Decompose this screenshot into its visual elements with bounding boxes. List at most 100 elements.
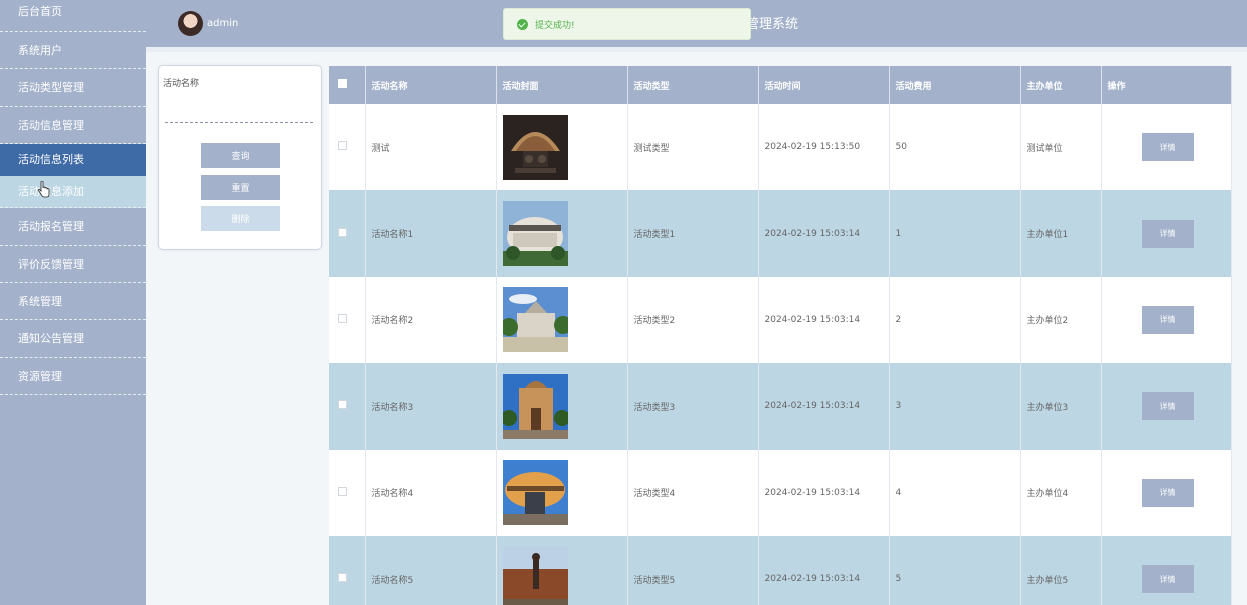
activity-type: 活动类型1 <box>627 190 759 277</box>
cover-cell <box>496 104 628 191</box>
sidebar-item-dashboard[interactable]: 后台首页 <box>0 0 146 32</box>
activity-cover-image <box>502 287 568 353</box>
activity-type: 活动类型5 <box>627 535 759 605</box>
hand-cursor-icon <box>38 181 50 198</box>
toast-message: 提交成功! <box>535 21 575 31</box>
sidebar-item-activity-add[interactable]: 活动信息添加 <box>0 176 146 209</box>
cover-cell <box>496 363 628 450</box>
activity-name-label: 活动名称 <box>163 79 200 89</box>
table-header-row: 活动名称 活动封面 活动类型 活动时间 活动费用 主办单位 操作 <box>329 66 1232 104</box>
activity-cover-image <box>502 373 568 439</box>
sidebar-item-activity-types[interactable]: 活动类型管理 <box>0 69 146 107</box>
detail-button[interactable]: 详情 <box>1141 133 1194 162</box>
activity-cover-image <box>502 114 568 180</box>
sidebar-item-activity-list[interactable]: 活动信息列表 <box>0 144 146 177</box>
activity-name: 活动名称1 <box>365 190 497 277</box>
activity-name: 测试 <box>365 104 497 191</box>
success-check-icon <box>517 19 528 30</box>
reset-button[interactable]: 重置 <box>201 175 280 200</box>
actions-cell: 详情 <box>1101 104 1232 191</box>
cover-cell <box>496 190 628 277</box>
actions-cell: 详情 <box>1101 276 1232 364</box>
activity-fee: 2 <box>889 276 1021 364</box>
sidebar-item-activity-info[interactable]: 活动信息管理 <box>0 107 146 145</box>
sidebar: 后台首页 系统用户 活动类型管理 活动信息管理 活动信息列表 活动信息添加 活动… <box>0 0 146 605</box>
sidebar-item-notices[interactable]: 通知公告管理 <box>0 320 146 358</box>
cover-cell <box>496 449 628 536</box>
table-row: 活动名称1 活动类型1 2024-02-19 15:03:14 1 主办单位1 … <box>329 190 1232 277</box>
activity-cover-image <box>502 546 568 605</box>
detail-button[interactable]: 详情 <box>1141 392 1194 421</box>
search-panel: 活动名称 查询 重置 删除 <box>158 65 322 250</box>
query-button[interactable]: 查询 <box>201 143 280 168</box>
table-row: 活动名称5 活动类型5 2024-02-19 15:03:14 5 主办单位5 … <box>329 535 1232 605</box>
sidebar-item-system[interactable]: 系统管理 <box>0 283 146 321</box>
row-checkbox[interactable] <box>338 313 347 323</box>
row-select-cell <box>329 449 366 536</box>
cover-cell <box>496 276 628 364</box>
activity-cover-image <box>502 201 568 267</box>
column-header-type: 活动类型 <box>627 66 759 104</box>
activity-cover-image <box>502 460 568 526</box>
username: admin <box>207 18 239 29</box>
detail-button[interactable]: 详情 <box>1141 478 1194 507</box>
column-header-cover: 活动封面 <box>496 66 628 104</box>
row-select-cell <box>329 104 366 191</box>
table-row: 测试 测试类型 2024-02-19 15:13:50 50 测试单位 详情 <box>329 104 1232 191</box>
activity-name: 活动名称4 <box>365 449 497 536</box>
column-header-time: 活动时间 <box>758 66 890 104</box>
actions-cell: 详情 <box>1101 363 1232 450</box>
sidebar-item-feedback[interactable]: 评价反馈管理 <box>0 246 146 283</box>
activity-organizer: 主办单位1 <box>1020 190 1102 277</box>
table-row: 活动名称2 活动类型2 2024-02-19 15:03:14 2 主办单位2 … <box>329 276 1232 364</box>
activity-type: 活动类型4 <box>627 449 759 536</box>
activity-name: 活动名称2 <box>365 276 497 364</box>
activity-type: 活动类型3 <box>627 363 759 450</box>
activity-name: 活动名称5 <box>365 535 497 605</box>
activity-fee: 5 <box>889 535 1021 605</box>
activity-time: 2024-02-19 15:03:14 <box>758 276 890 364</box>
delete-button[interactable]: 删除 <box>201 206 280 231</box>
column-header-actions: 操作 <box>1101 66 1232 104</box>
sidebar-item-system-users[interactable]: 系统用户 <box>0 32 146 70</box>
activity-organizer: 主办单位2 <box>1020 276 1102 364</box>
cover-cell <box>496 535 628 605</box>
activity-time: 2024-02-19 15:03:14 <box>758 190 890 277</box>
activity-organizer: 主办单位3 <box>1020 363 1102 450</box>
row-select-cell <box>329 363 366 450</box>
row-select-cell <box>329 535 366 605</box>
row-checkbox[interactable] <box>338 227 347 237</box>
row-select-cell <box>329 190 366 277</box>
detail-button[interactable]: 详情 <box>1141 219 1194 248</box>
activity-organizer: 测试单位 <box>1020 104 1102 191</box>
sidebar-item-registrations[interactable]: 活动报名管理 <box>0 208 146 246</box>
actions-cell: 详情 <box>1101 535 1232 605</box>
actions-cell: 详情 <box>1101 190 1232 277</box>
activity-time: 2024-02-19 15:13:50 <box>758 104 890 191</box>
activity-organizer: 主办单位5 <box>1020 535 1102 605</box>
activity-fee: 4 <box>889 449 1021 536</box>
detail-button[interactable]: 详情 <box>1141 565 1194 594</box>
column-header-name: 活动名称 <box>365 66 497 104</box>
activity-fee: 50 <box>889 104 1021 191</box>
table-row: 活动名称4 活动类型4 2024-02-19 15:03:14 4 主办单位4 … <box>329 449 1232 536</box>
actions-cell: 详情 <box>1101 449 1232 536</box>
row-select-cell <box>329 276 366 364</box>
select-all-cell <box>329 66 366 104</box>
activity-fee: 1 <box>889 190 1021 277</box>
activity-name-input[interactable] <box>165 103 313 123</box>
sidebar-item-resources[interactable]: 资源管理 <box>0 358 146 396</box>
detail-button[interactable]: 详情 <box>1141 305 1194 334</box>
activity-time: 2024-02-19 15:03:14 <box>758 449 890 536</box>
row-checkbox[interactable] <box>338 141 347 151</box>
activity-time: 2024-02-19 15:03:14 <box>758 535 890 605</box>
row-checkbox[interactable] <box>338 400 347 410</box>
success-toast: 提交成功! <box>503 8 751 40</box>
row-checkbox[interactable] <box>338 486 347 496</box>
row-checkbox[interactable] <box>338 573 347 583</box>
activity-fee: 3 <box>889 363 1021 450</box>
header-divider <box>146 47 1247 52</box>
activity-time: 2024-02-19 15:03:14 <box>758 363 890 450</box>
select-all-checkbox[interactable] <box>338 79 347 88</box>
avatar[interactable] <box>178 11 203 36</box>
